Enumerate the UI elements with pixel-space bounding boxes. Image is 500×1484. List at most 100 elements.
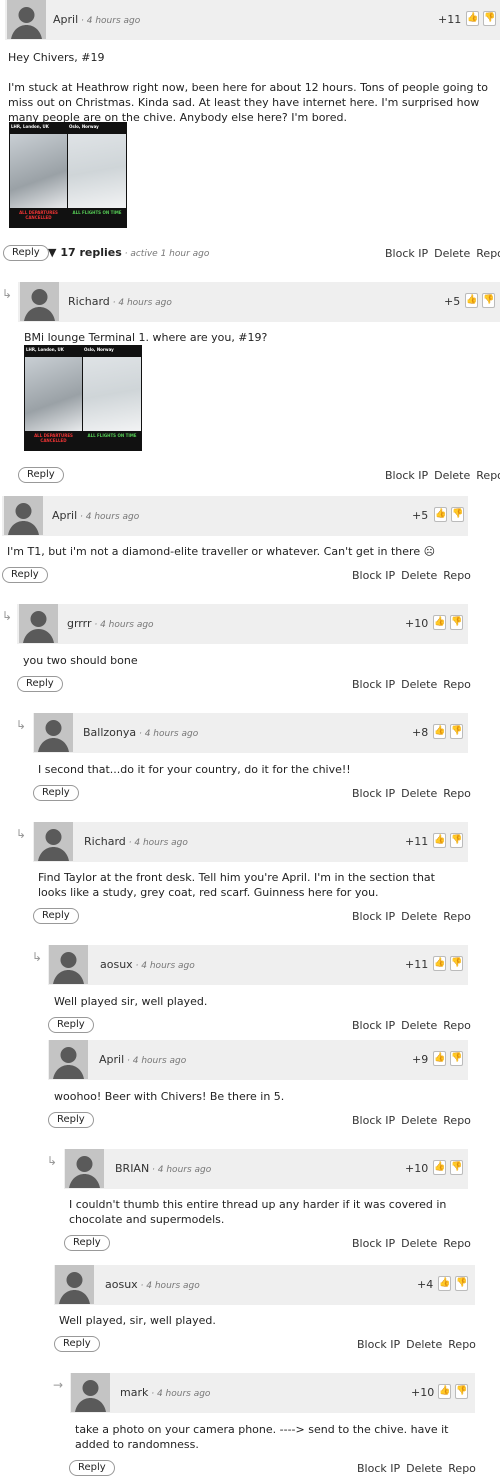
block-ip-link[interactable]: Block IP [357, 1338, 400, 1351]
reply-button[interactable]: Reply [3, 245, 49, 261]
avatar[interactable] [49, 1040, 88, 1079]
author-name[interactable]: Richard [84, 835, 126, 848]
thumbs-up-icon[interactable]: 👍 [433, 833, 446, 848]
delete-link[interactable]: Delete [406, 1462, 442, 1475]
thumbs-down-icon[interactable]: 👎 [450, 1160, 463, 1175]
author-name[interactable]: aosux [100, 958, 133, 971]
image-title-left: LHR, London, UK [26, 347, 64, 352]
block-ip-link[interactable]: Block IP [385, 247, 428, 260]
thumbs-up-icon[interactable]: 👍 [438, 1384, 451, 1399]
delete-link[interactable]: Delete [401, 1114, 437, 1127]
report-link[interactable]: Repo [443, 1114, 471, 1127]
author-line: mark · 4 hours ago [120, 1386, 210, 1399]
block-ip-link[interactable]: Block IP [352, 678, 395, 691]
reply-button[interactable]: Reply [48, 1017, 94, 1033]
thumbs-down-icon[interactable]: 👎 [450, 833, 463, 848]
thumbs-up-icon[interactable]: 👍 [434, 507, 447, 522]
block-ip-link[interactable]: Block IP [352, 1019, 395, 1032]
avatar[interactable] [20, 282, 59, 321]
score: +11 [405, 958, 429, 971]
author-name[interactable]: aosux [105, 1278, 138, 1291]
reply-button[interactable]: Reply [18, 467, 64, 483]
author-name[interactable]: BRIAN [115, 1162, 149, 1175]
avatar[interactable] [49, 945, 88, 984]
reply-button[interactable]: Reply [2, 567, 48, 583]
block-ip-link[interactable]: Block IP [385, 469, 428, 482]
thumbs-down-icon[interactable]: 👎 [451, 507, 464, 522]
report-link[interactable]: Repo [448, 1338, 476, 1351]
comment-image[interactable]: LHR, London, UK Oslo, Norway ALL DEPARTU… [24, 345, 142, 451]
delete-link[interactable]: Delete [401, 910, 437, 923]
reply-arrow-icon: ↳ [16, 827, 27, 841]
thumbs-up-icon[interactable]: 👍 [433, 1051, 446, 1066]
delete-link[interactable]: Delete [401, 1019, 437, 1032]
reply-button[interactable]: Reply [33, 908, 79, 924]
avatar[interactable] [4, 496, 43, 535]
thumbs-down-icon[interactable]: 👎 [450, 1051, 463, 1066]
thumbs-up-icon[interactable]: 👍 [438, 1276, 451, 1291]
report-link[interactable]: Repo [476, 247, 500, 260]
report-link[interactable]: Repo [443, 1019, 471, 1032]
author-name[interactable]: Ballzonya [83, 726, 136, 739]
reply-button[interactable]: Reply [48, 1112, 94, 1128]
avatar[interactable] [34, 822, 73, 861]
avatar[interactable] [34, 713, 73, 752]
thumbs-up-icon[interactable]: 👍 [466, 11, 479, 26]
report-link[interactable]: Repo [448, 1462, 476, 1475]
thumbs-down-icon[interactable]: 👎 [455, 1384, 468, 1399]
reply-button[interactable]: Reply [64, 1235, 110, 1251]
avatar[interactable] [65, 1149, 104, 1188]
report-link[interactable]: Repo [443, 569, 471, 582]
author-name[interactable]: mark [120, 1386, 148, 1399]
author-name[interactable]: April [99, 1053, 124, 1066]
delete-link[interactable]: Delete [401, 1237, 437, 1250]
author-name[interactable]: April [52, 509, 77, 522]
block-ip-link[interactable]: Block IP [352, 569, 395, 582]
report-link[interactable]: Repo [443, 787, 471, 800]
thumbs-down-icon[interactable]: 👎 [450, 615, 463, 630]
reply-button[interactable]: Reply [69, 1460, 115, 1476]
avatar[interactable] [71, 1373, 110, 1412]
block-ip-link[interactable]: Block IP [352, 910, 395, 923]
author-name[interactable]: Richard [68, 295, 110, 308]
block-ip-link[interactable]: Block IP [352, 1237, 395, 1250]
report-link[interactable]: Repo [443, 910, 471, 923]
reply-button[interactable]: Reply [33, 785, 79, 801]
reply-button[interactable]: Reply [54, 1336, 100, 1352]
delete-link[interactable]: Delete [401, 787, 437, 800]
thumbs-down-icon[interactable]: 👎 [450, 956, 463, 971]
thumbs-up-icon[interactable]: 👍 [433, 956, 446, 971]
delete-link[interactable]: Delete [434, 469, 470, 482]
thumbs-up-icon[interactable]: 👍 [433, 724, 446, 739]
delete-link[interactable]: Delete [401, 569, 437, 582]
delete-link[interactable]: Delete [406, 1338, 442, 1351]
reply-button[interactable]: Reply [17, 676, 63, 692]
timestamp: · 4 hours ago [78, 16, 141, 26]
report-link[interactable]: Repo [476, 469, 500, 482]
comment-body: Well played, sir, well played. [59, 1314, 216, 1327]
image-right-photo [68, 134, 126, 208]
avatar[interactable] [19, 604, 58, 643]
author-name[interactable]: April [53, 13, 78, 26]
thumbs-up-icon[interactable]: 👍 [433, 615, 446, 630]
thumbs-down-icon[interactable]: 👎 [483, 11, 496, 26]
thumbs-down-icon[interactable]: 👎 [450, 724, 463, 739]
thumbs-down-icon[interactable]: 👎 [455, 1276, 468, 1291]
block-ip-link[interactable]: Block IP [352, 787, 395, 800]
timestamp: · 4 hours ago [132, 961, 195, 971]
comment-image[interactable]: LHR, London, UK Oslo, Norway ALL DEPARTU… [9, 122, 127, 228]
thumbs-up-icon[interactable]: 👍 [433, 1160, 446, 1175]
report-link[interactable]: Repo [443, 1237, 471, 1250]
score: +10 [405, 1162, 429, 1175]
avatar[interactable] [55, 1265, 94, 1304]
delete-link[interactable]: Delete [434, 247, 470, 260]
block-ip-link[interactable]: Block IP [357, 1462, 400, 1475]
replies-toggle[interactable]: ▼ 17 replies · active 1 hour ago [48, 246, 209, 259]
report-link[interactable]: Repo [443, 678, 471, 691]
avatar[interactable] [7, 0, 46, 39]
thumbs-down-icon[interactable]: 👎 [482, 293, 495, 308]
thumbs-up-icon[interactable]: 👍 [465, 293, 478, 308]
block-ip-link[interactable]: Block IP [352, 1114, 395, 1127]
author-name[interactable]: grrrr [67, 617, 92, 630]
delete-link[interactable]: Delete [401, 678, 437, 691]
